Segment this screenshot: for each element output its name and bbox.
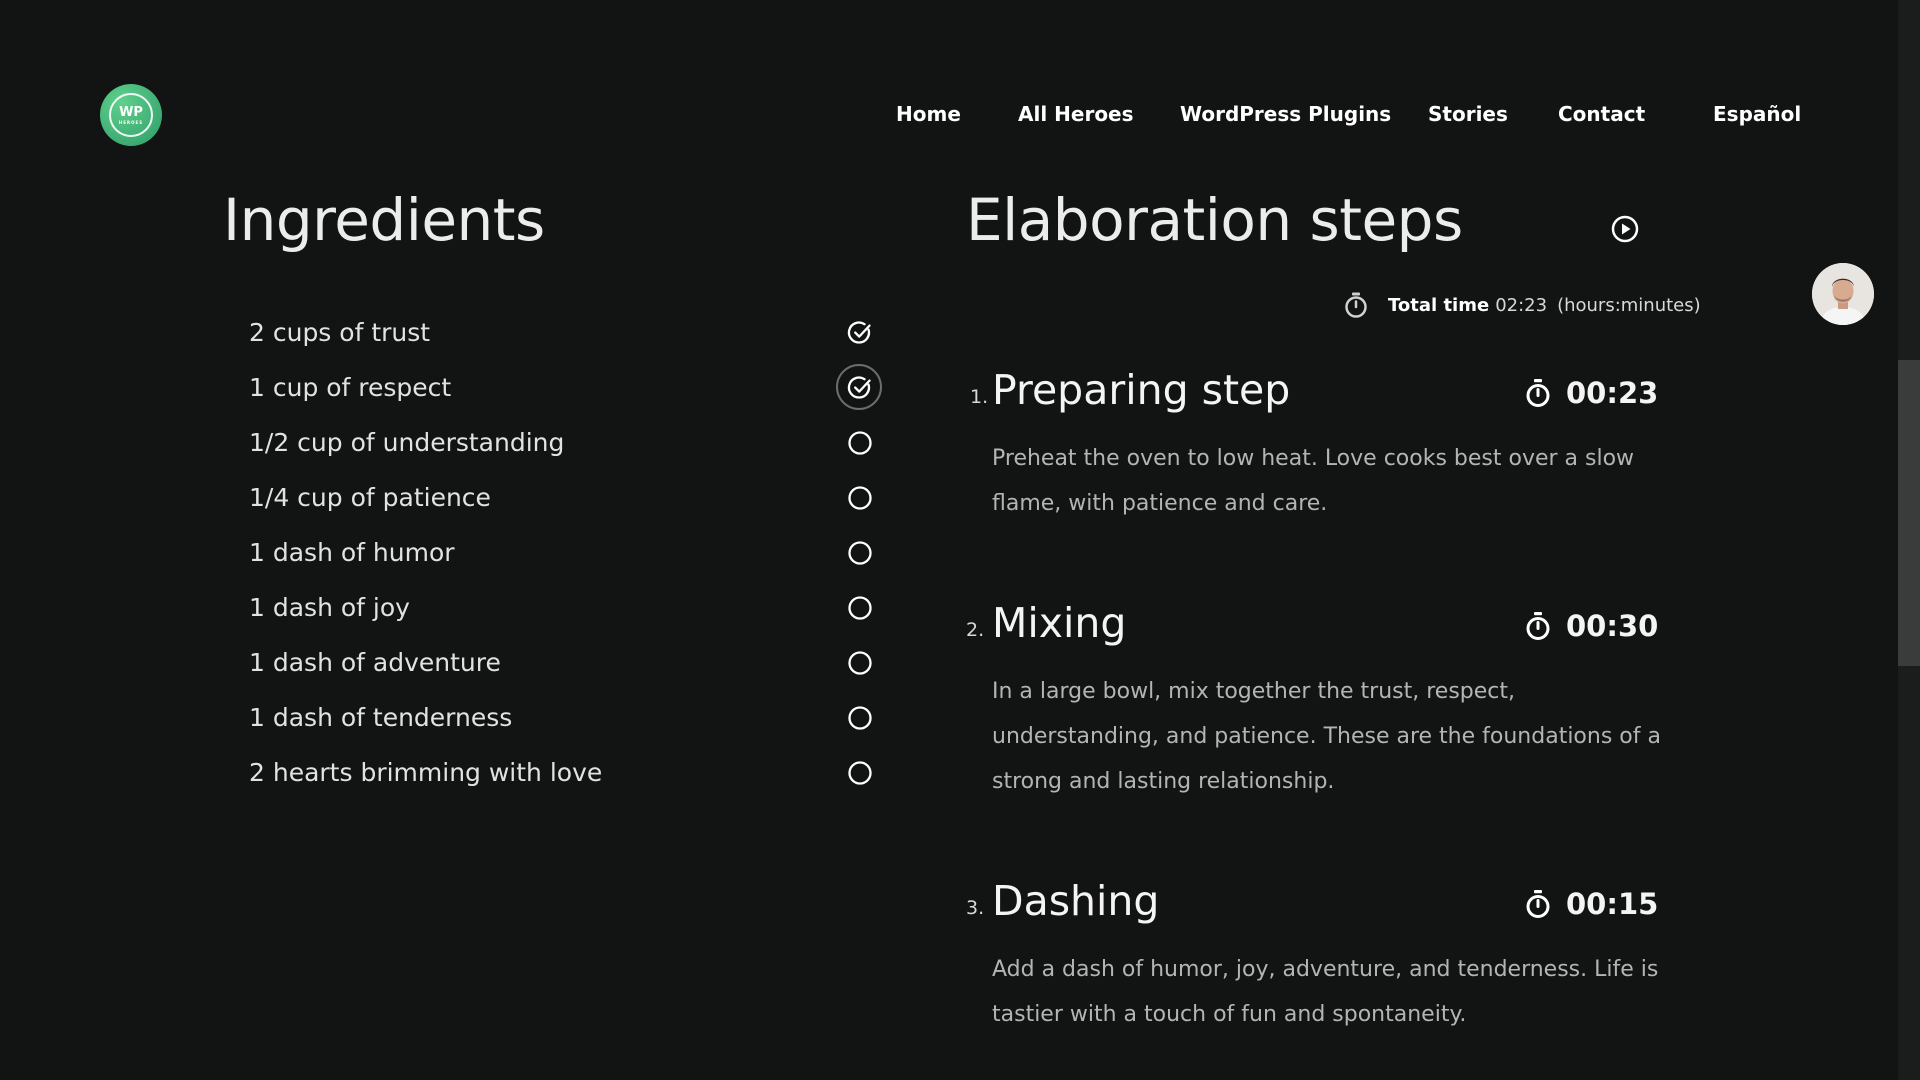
step-time-value: 00:23 — [1566, 376, 1659, 410]
step-title: Dashing — [992, 877, 1160, 925]
ingredient-label: 1 cup of respect — [249, 373, 452, 402]
main-nav: Home All Heroes WordPress Plugins Storie… — [0, 102, 1920, 128]
step-number: 2. — [966, 619, 985, 641]
scrollbar-thumb[interactable] — [1898, 360, 1920, 666]
step-description: In a large bowl, mix together the trust,… — [992, 679, 1661, 794]
check-circle-icon — [847, 320, 871, 344]
ingredient-item: 1 dash of humor — [249, 525, 889, 580]
step-time: 00:30 — [1524, 609, 1658, 643]
ingredient-label: 1/2 cup of understanding — [249, 428, 565, 457]
ingredient-checkbox[interactable] — [847, 595, 873, 621]
ingredient-item: 1 cup of respect — [249, 360, 889, 415]
ingredient-item: 2 hearts brimming with love — [249, 745, 889, 800]
empty-circle-icon — [848, 650, 872, 675]
nav-all-heroes[interactable]: All Heroes — [1018, 102, 1134, 126]
ingredient-checkbox[interactable] — [847, 430, 873, 456]
empty-circle-icon — [848, 430, 872, 455]
stopwatch-icon — [1526, 612, 1550, 640]
ingredient-item: 1 dash of tenderness — [249, 690, 889, 745]
ingredient-checkbox[interactable] — [847, 485, 873, 511]
ingredient-checkbox[interactable] — [836, 363, 882, 410]
play-circle-icon[interactable] — [1610, 214, 1640, 244]
step-number: 1. — [970, 386, 989, 408]
step-time-value: 00:30 — [1566, 609, 1659, 643]
empty-circle-icon — [848, 595, 872, 620]
ingredient-label: 1 dash of joy — [249, 593, 410, 622]
ingredient-item: 1/4 cup of patience — [249, 470, 889, 525]
stopwatch-icon — [1345, 292, 1367, 318]
elaboration-steps-title: Elaboration steps — [966, 186, 1463, 254]
step-time: 00:23 — [1524, 376, 1658, 410]
step-description: Preheat the oven to low heat. Love cooks… — [992, 446, 1635, 516]
step-number: 3. — [966, 897, 985, 919]
ingredients-list: 2 cups of trust 1 cup of respect 1/2 cup… — [249, 305, 889, 800]
avatar[interactable] — [1812, 263, 1874, 325]
ingredient-label: 2 cups of trust — [249, 318, 431, 347]
ingredient-label: 1 dash of tenderness — [249, 703, 513, 732]
check-circle-icon — [847, 375, 871, 399]
step-time: 00:15 — [1524, 887, 1658, 921]
step-title: Preparing step — [992, 366, 1291, 414]
total-time-unit: (hours:minutes) — [1557, 294, 1701, 316]
ingredient-item: 1/2 cup of understanding — [249, 415, 889, 470]
nav-contact[interactable]: Contact — [1558, 102, 1645, 126]
ingredient-checkbox[interactable] — [847, 705, 873, 731]
ingredient-item: 1 dash of joy — [249, 580, 889, 635]
nav-wordpress-plugins[interactable]: WordPress Plugins — [1180, 102, 1391, 126]
nav-stories[interactable]: Stories — [1428, 102, 1508, 126]
step-time-value: 00:15 — [1566, 887, 1659, 921]
empty-circle-icon — [848, 760, 872, 785]
ingredient-label: 1 dash of humor — [249, 538, 455, 567]
total-time: Total time 02:23 (hours:minutes) — [1342, 290, 1701, 320]
ingredient-checkbox[interactable] — [847, 320, 873, 346]
ingredient-checkbox[interactable] — [847, 540, 873, 566]
step-title: Mixing — [992, 599, 1127, 647]
total-time-label: Total time — [1388, 294, 1490, 316]
nav-language-switch[interactable]: Español — [1713, 102, 1801, 126]
stopwatch-icon — [1526, 379, 1550, 407]
step-description: Add a dash of humor, joy, adventure, and… — [992, 957, 1659, 1027]
empty-circle-icon — [848, 705, 872, 730]
ingredient-checkbox[interactable] — [847, 650, 873, 676]
ingredient-label: 1 dash of adventure — [249, 648, 501, 677]
nav-home[interactable]: Home — [896, 102, 961, 126]
total-time-value: 02:23 — [1495, 294, 1548, 316]
stopwatch-icon — [1526, 890, 1550, 918]
empty-circle-icon — [848, 540, 872, 565]
ingredient-item: 1 dash of adventure — [249, 635, 889, 690]
ingredient-checkbox[interactable] — [847, 760, 873, 786]
ingredient-label: 1/4 cup of patience — [249, 483, 491, 512]
ingredient-item: 2 cups of trust — [249, 305, 889, 360]
avatar-portrait — [1812, 263, 1874, 325]
ingredients-title: Ingredients — [223, 186, 545, 254]
empty-circle-icon — [848, 485, 872, 510]
ingredient-label: 2 hearts brimming with love — [249, 758, 603, 787]
